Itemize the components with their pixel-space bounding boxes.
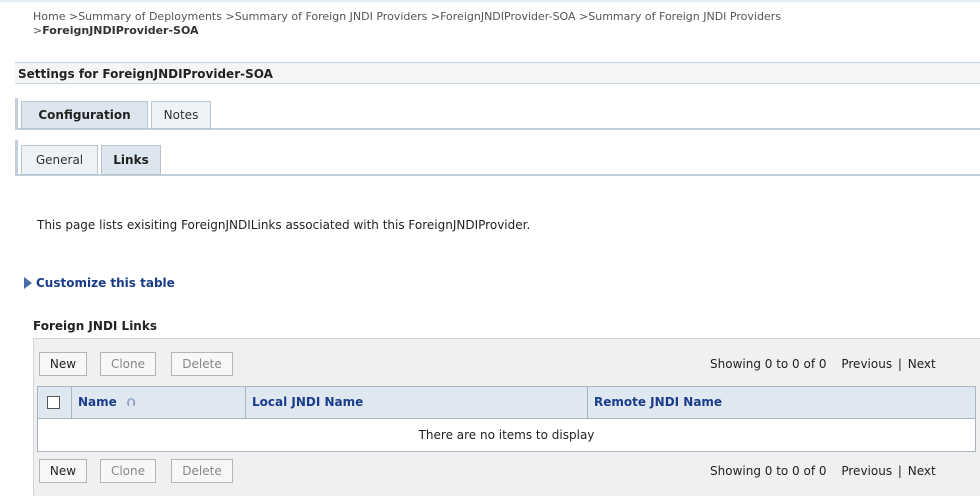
foreign-jndi-links-table-panel: New Clone Delete Showing 0 to 0 of 0 Pre…	[33, 338, 980, 496]
settings-title-bar: Settings for ForeignJNDIProvider-SOA	[15, 62, 980, 84]
tab-configuration[interactable]: Configuration	[21, 101, 148, 129]
delete-button-top[interactable]: Delete	[171, 352, 233, 376]
grid-header: Name ⮉ Local JNDI Name Remote JNDI Name	[38, 387, 975, 419]
clone-button-top[interactable]: Clone	[100, 352, 156, 376]
pager-next[interactable]: Next	[908, 357, 936, 371]
top-border	[0, 0, 980, 2]
column-remote-jndi-name[interactable]: Remote JNDI Name	[588, 387, 975, 418]
links-grid: Name ⮉ Local JNDI Name Remote JNDI Name …	[37, 386, 976, 452]
empty-message: There are no items to display	[418, 428, 595, 442]
tab-general[interactable]: General	[21, 145, 98, 175]
pager-status: Showing 0 to 0 of 0	[710, 357, 827, 371]
column-remote-jndi-name-label: Remote JNDI Name	[594, 395, 723, 409]
pager-separator: |	[897, 357, 902, 371]
clone-button-bottom[interactable]: Clone	[100, 459, 156, 483]
pager-previous[interactable]: Previous	[841, 357, 892, 371]
secondary-tabs: General Links	[15, 140, 980, 176]
column-name-label: Name	[78, 395, 117, 409]
breadcrumb-home[interactable]: Home	[33, 10, 65, 23]
pager-top: Showing 0 to 0 of 0 Previous | Next	[709, 354, 937, 374]
column-name[interactable]: Name ⮉	[72, 387, 246, 418]
breadcrumb-summary-foreign-jndi-providers-2[interactable]: Summary of Foreign JNDI Providers	[588, 10, 781, 23]
pager-bottom: Showing 0 to 0 of 0 Previous | Next	[709, 461, 937, 481]
column-local-jndi-name[interactable]: Local JNDI Name	[246, 387, 588, 418]
pager-status-bottom: Showing 0 to 0 of 0	[710, 464, 827, 478]
select-all-cell	[38, 387, 72, 418]
column-local-jndi-name-label: Local JNDI Name	[252, 395, 364, 409]
pager-previous-bottom[interactable]: Previous	[841, 464, 892, 478]
select-all-checkbox[interactable]	[47, 396, 60, 409]
table-title: Foreign JNDI Links	[33, 319, 157, 333]
customize-label: Customize this table	[36, 276, 175, 290]
pager-separator-bottom: |	[897, 464, 902, 478]
intro-text: This page lists exisiting ForeignJNDILin…	[37, 218, 531, 232]
sort-ascending-icon[interactable]: ⮉	[127, 396, 135, 409]
tab-notes[interactable]: Notes	[151, 101, 211, 129]
breadcrumb: Home >Summary of Deployments >Summary of…	[33, 10, 781, 37]
breadcrumb-current: ForeignJNDIProvider-SOA	[42, 24, 199, 37]
expand-triangle-icon	[24, 277, 32, 289]
new-button-top[interactable]: New	[39, 352, 87, 376]
primary-tabs: Configuration Notes	[15, 98, 980, 130]
breadcrumb-summary-deployments[interactable]: Summary of Deployments	[78, 10, 222, 23]
breadcrumb-foreign-jndi-provider-soa[interactable]: ForeignJNDIProvider-SOA	[440, 10, 575, 23]
breadcrumb-summary-foreign-jndi-providers[interactable]: Summary of Foreign JNDI Providers	[235, 10, 428, 23]
pager-next-bottom[interactable]: Next	[908, 464, 936, 478]
customize-table-link[interactable]: Customize this table	[24, 276, 175, 290]
delete-button-bottom[interactable]: Delete	[171, 459, 233, 483]
settings-title: Settings for ForeignJNDIProvider-SOA	[18, 67, 273, 81]
new-button-bottom[interactable]: New	[39, 459, 87, 483]
tab-links[interactable]: Links	[101, 145, 161, 175]
